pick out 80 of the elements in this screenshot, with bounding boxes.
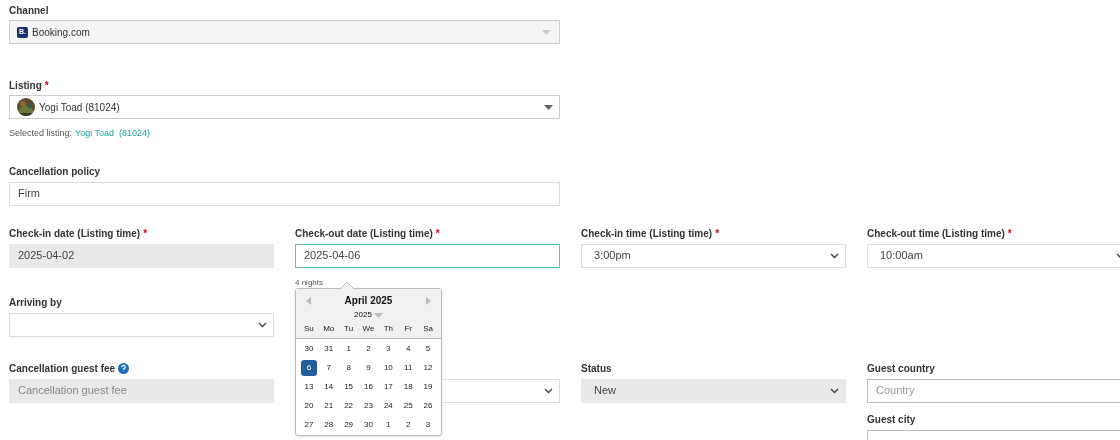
caret-down-icon (542, 29, 551, 35)
calendar-day[interactable]: 7 (320, 360, 337, 376)
weekday-label: Su (303, 323, 315, 335)
required-mark: * (715, 227, 720, 241)
field-label: Check-in date (Listing time) (9, 227, 141, 241)
field-label: Check-out date (Listing time) (295, 227, 433, 241)
selected-listing-label: Selected listing: (9, 127, 73, 140)
calendar-day[interactable]: 4 (400, 341, 417, 357)
calendar-day[interactable]: 3 (380, 341, 397, 357)
calendar-day[interactable]: 11 (400, 360, 417, 376)
calendar-day[interactable]: 13 (300, 379, 317, 395)
field-label: Listing (9, 78, 42, 93)
field-label: Check-out time (Listing time) (867, 227, 1005, 241)
previous-month-icon[interactable] (306, 296, 311, 305)
chevron-down-icon (258, 321, 267, 328)
weekday-label: Mo (322, 323, 336, 335)
weekday-label: Sa (422, 323, 434, 335)
date-field[interactable]: 2025-04-06 (295, 243, 560, 268)
select-value: Booking.com (32, 25, 90, 40)
next-month-icon[interactable] (426, 296, 431, 305)
field-label: Guest country (867, 362, 935, 376)
calendar-day[interactable]: 3 (420, 417, 437, 433)
calendar-day[interactable]: 17 (380, 379, 397, 395)
field-label: Cancellation guest fee (9, 362, 116, 376)
calendar-day[interactable]: 31 (320, 341, 337, 357)
select-field[interactable] (9, 312, 274, 337)
calendar-day[interactable]: 6 (300, 360, 317, 376)
calendar-day[interactable]: 12 (420, 360, 437, 376)
calendar-day[interactable]: 19 (420, 379, 437, 395)
calendar-day[interactable]: 26 (420, 398, 437, 414)
calendar-day[interactable]: 9 (360, 360, 377, 376)
field-label: Guest city (867, 413, 916, 427)
calendar-day[interactable]: 5 (420, 341, 437, 357)
calendar-day[interactable]: 30 (300, 341, 317, 357)
listing-select[interactable]: Yogi Toad (81024) (9, 95, 560, 119)
select-field[interactable]: 10:00am (867, 243, 1120, 268)
input-field[interactable]: Firm (9, 181, 560, 206)
calendar-day[interactable]: 20 (300, 398, 317, 414)
calendar-day[interactable]: 18 (400, 379, 417, 395)
year-select[interactable]: 2025 (296, 309, 441, 321)
field-label: Arriving by (9, 296, 62, 310)
select-field[interactable]: 3:00pm (581, 243, 846, 268)
calendar-day[interactable]: 25 (400, 398, 417, 414)
calendar-day[interactable]: 22 (340, 398, 357, 414)
required-mark: * (143, 227, 148, 241)
chevron-down-icon (830, 252, 839, 259)
chevron-down-icon (830, 387, 839, 394)
caret-down-icon (544, 104, 553, 110)
calendar-day[interactable]: 10 (380, 360, 397, 376)
calendar-day[interactable]: 14 (320, 379, 337, 395)
month-title: April 2025 (344, 294, 393, 308)
calendar-day[interactable]: 29 (340, 417, 357, 433)
calendar-day[interactable]: 23 (360, 398, 377, 414)
weekday-label: We (361, 323, 376, 335)
calendar-day[interactable]: 2 (400, 417, 417, 433)
field-label: Check-in time (Listing time) (581, 227, 713, 241)
field-label: Channel (9, 3, 49, 18)
calendar-day[interactable]: 8 (340, 360, 357, 376)
weekday-label: Tu (343, 323, 355, 335)
weekday-label: Th (382, 323, 394, 335)
calendar-day[interactable]: 1 (340, 341, 357, 357)
calendar-day[interactable]: 15 (340, 379, 357, 395)
calendar-day[interactable]: 16 (360, 379, 377, 395)
chevron-down-icon (544, 387, 553, 394)
select-value: Yogi Toad (81024) (39, 100, 120, 115)
caret-down-icon (373, 312, 383, 318)
calendar-day[interactable]: 28 (320, 417, 337, 433)
field-label: Cancellation policy (9, 165, 101, 179)
field-label: Status (581, 362, 612, 376)
calendar-day[interactable]: 21 (320, 398, 337, 414)
calendar-day[interactable]: 24 (380, 398, 397, 414)
weekday-label: Fr (403, 323, 413, 335)
calendar-day[interactable]: 1 (380, 417, 397, 433)
calendar-day[interactable]: 27 (300, 417, 317, 433)
required-mark: * (44, 78, 49, 93)
required-mark: * (1007, 227, 1012, 241)
nights-hint: 4 nights (295, 277, 324, 287)
calendar-day[interactable]: 30 (360, 417, 377, 433)
calendar-day[interactable]: 2 (360, 341, 377, 357)
required-mark: * (435, 227, 440, 241)
